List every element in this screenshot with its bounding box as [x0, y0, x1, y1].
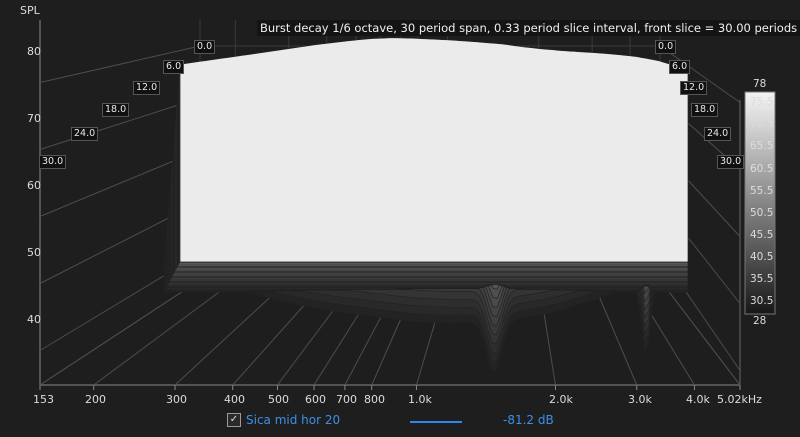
x-tick-700: 700	[336, 393, 357, 406]
slice-label-right-18: 18.0	[691, 103, 719, 117]
x-tick-3k: 3.0k	[628, 393, 652, 406]
slice-label-right-12: 12.0	[680, 81, 708, 95]
slice-label-right-6: 6.0	[669, 60, 691, 74]
series-visibility-checkbox[interactable]: ✓	[227, 413, 241, 427]
decay-slice	[179, 37, 689, 263]
slice-label-right-24: 24.0	[704, 127, 732, 141]
slice-label-left-18: 18.0	[102, 103, 130, 117]
x-tick-500: 500	[268, 393, 289, 406]
freq-depth-gridline	[93, 279, 236, 386]
colorbar-tick-75: 75.5	[750, 96, 774, 108]
slice-label-left-0: 0.0	[194, 40, 216, 54]
colorbar-tick-60: 60.5	[750, 163, 774, 175]
y-tick-50: 50	[27, 246, 41, 259]
colorbar-tick-55: 55.5	[750, 185, 774, 197]
colorbar-tick-65: 65.5	[750, 140, 774, 152]
y-tick-60: 60	[27, 179, 41, 192]
x-tick-800: 800	[364, 393, 385, 406]
x-tick-4k: 4.0k	[686, 393, 710, 406]
colorbar-tick-70: 70.5	[750, 118, 774, 130]
x-tick-5k: 5.02kHz	[717, 393, 762, 406]
colorbar-tick-30: 30.5	[750, 295, 774, 307]
x-tick-600: 600	[305, 393, 326, 406]
slice-label-right-0: 0.0	[655, 40, 677, 54]
x-tick-400: 400	[224, 393, 245, 406]
slice-label-left-12: 12.0	[133, 81, 161, 95]
x-tick-2k: 2.0k	[549, 393, 573, 406]
floor-left-edge	[39, 279, 201, 386]
colorbar-tick-50: 50.5	[750, 207, 774, 219]
colorbar-max: 78	[753, 78, 767, 90]
colorbar-tick-35: 35.5	[750, 273, 774, 285]
colorbar-min: 28	[753, 315, 767, 327]
series-name[interactable]: Sica mid hor 20	[246, 413, 340, 427]
floor-right-edge	[659, 279, 741, 386]
chart-title: Burst decay 1/6 octave, 30 period span, …	[257, 20, 800, 36]
y-axis-label: SPL	[20, 4, 40, 17]
x-tick-200: 200	[85, 393, 106, 406]
y-tick-70: 70	[27, 112, 41, 125]
x-tick-1k: 1.0k	[408, 393, 432, 406]
slice-label-left-30: 30.0	[39, 155, 67, 169]
y-tick-40: 40	[27, 313, 41, 326]
slice-label-right-30: 30.0	[717, 155, 745, 169]
x-tick-153: 153	[33, 393, 54, 406]
colorbar-tick-40: 40.5	[750, 251, 774, 263]
series-value: -81.2 dB	[503, 413, 554, 427]
slice-label-left-6: 6.0	[163, 60, 185, 74]
x-tick-300: 300	[166, 393, 187, 406]
colorbar-tick-45: 45.5	[750, 229, 774, 241]
slice-label-left-24: 24.0	[71, 127, 99, 141]
series-color-swatch	[410, 421, 462, 423]
y-tick-80: 80	[27, 45, 41, 58]
